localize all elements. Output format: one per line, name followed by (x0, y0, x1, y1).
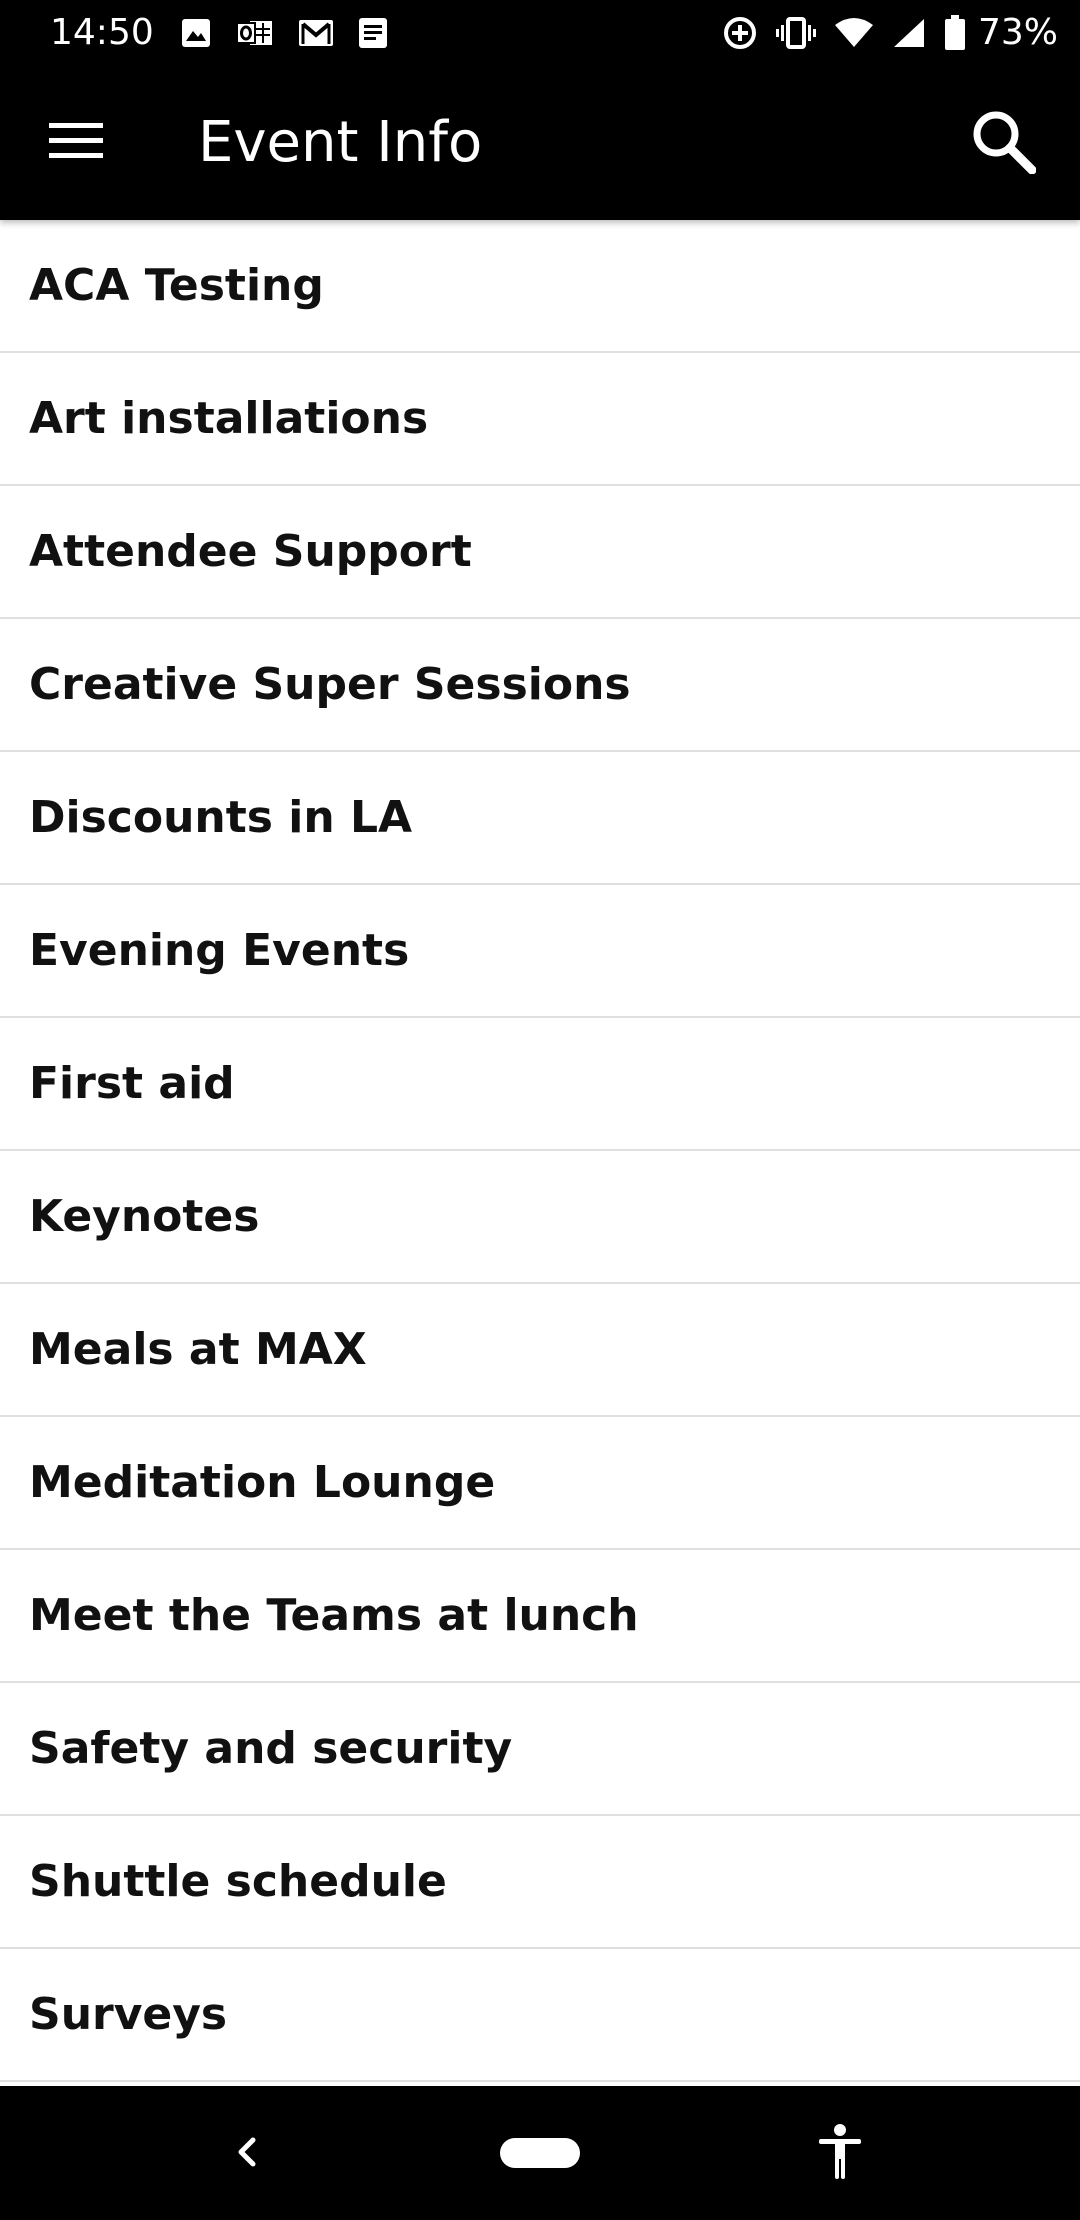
list-item[interactable]: Attendee Support (0, 486, 1080, 619)
list-item-label: Surveys (29, 1989, 228, 2040)
list-item[interactable]: Discounts in LA (0, 752, 1080, 885)
battery-icon (944, 15, 966, 51)
list-item[interactable]: Surveys (0, 1949, 1080, 2082)
list-item[interactable]: Meditation Lounge (0, 1417, 1080, 1550)
list-item[interactable]: Shuttle schedule (0, 1816, 1080, 1949)
list-item-label: Meals at MAX (29, 1324, 367, 1375)
accessibility-icon (817, 2124, 863, 2184)
back-button[interactable] (216, 2124, 276, 2184)
list-item-label: Creative Super Sessions (29, 659, 631, 710)
page-title: Event Info (198, 110, 483, 175)
hamburger-menu-icon (49, 121, 103, 165)
docs-icon (358, 17, 388, 49)
system-icons: 73% (722, 10, 1058, 56)
list-item-label: Keynotes (29, 1191, 260, 1242)
gmail-icon (298, 18, 334, 48)
list-item[interactable]: Evening Events (0, 885, 1080, 1018)
list-item-label: Meet the Teams at lunch (29, 1590, 639, 1641)
status-bar: 14:50 73% (0, 0, 1080, 66)
list-item[interactable]: Meet the Teams at lunch (0, 1550, 1080, 1683)
data-saver-icon (722, 15, 758, 51)
list-item-label: Meditation Lounge (29, 1457, 496, 1508)
event-info-list: ACA Testing Art installations Attendee S… (0, 220, 1080, 2086)
notification-icons (180, 14, 388, 52)
status-time: 14:50 (50, 12, 154, 53)
list-item[interactable]: Safety and security (0, 1683, 1080, 1816)
wifi-icon (834, 17, 874, 49)
list-item[interactable]: ACA Testing (0, 220, 1080, 353)
list-item-label: ACA Testing (29, 260, 324, 311)
signal-icon (892, 17, 926, 49)
list-item[interactable]: Keynotes (0, 1151, 1080, 1284)
list-item-label: Shuttle schedule (29, 1856, 447, 1907)
list-item[interactable]: Art installations (0, 353, 1080, 486)
app-bar: Event Info (0, 66, 1080, 220)
list-item-label: Discounts in LA (29, 792, 413, 843)
event-info-screen: 14:50 73% Event Info ACA Testing Art ins… (0, 0, 1080, 2220)
list-item-label: First aid (29, 1058, 235, 1109)
vibrate-icon (775, 16, 816, 50)
accessibility-button[interactable] (810, 2122, 870, 2186)
list-item-label: Art installations (29, 393, 429, 444)
menu-button[interactable] (36, 108, 116, 178)
list-item-label: Evening Events (29, 925, 410, 976)
list-item-label: Safety and security (29, 1723, 513, 1774)
battery-percentage: 73% (977, 12, 1058, 53)
list-item[interactable]: First aid (0, 1018, 1080, 1151)
list-item-label: Attendee Support (29, 526, 472, 577)
list-item[interactable]: Meals at MAX (0, 1284, 1080, 1417)
back-chevron-icon (233, 2136, 259, 2172)
navigation-bar (0, 2086, 1080, 2220)
list-item[interactable]: Creative Super Sessions (0, 619, 1080, 752)
home-pill-icon[interactable] (500, 2138, 580, 2168)
outlook-icon (236, 17, 274, 49)
image-icon (180, 17, 212, 49)
search-icon (970, 108, 1037, 178)
search-button[interactable] (962, 102, 1044, 184)
